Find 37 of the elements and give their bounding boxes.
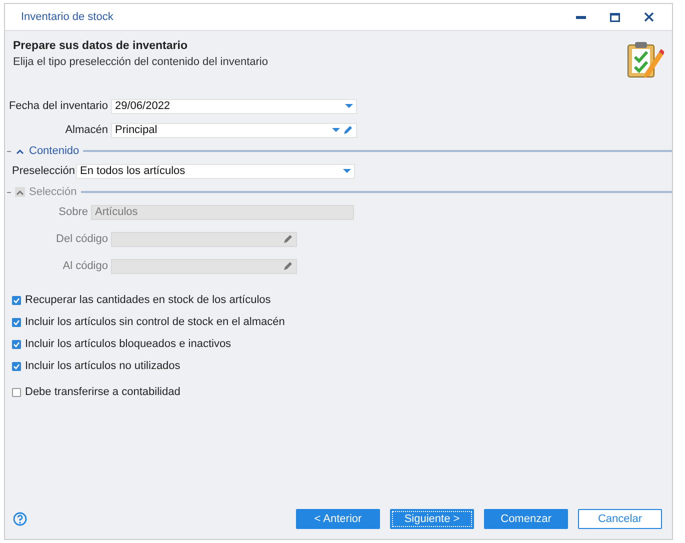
window-title: Inventario de stock xyxy=(21,11,114,23)
field-label: Almacén xyxy=(64,124,109,136)
checkbox[interactable] xyxy=(12,362,21,370)
checkbox-label: Recuperar las cantidades en stock de los artículos xyxy=(25,294,271,306)
field-label: Sobre xyxy=(58,206,89,218)
pencil-icon[interactable] xyxy=(343,125,353,135)
dropdown-field[interactable]: En todos los artículos xyxy=(76,164,355,178)
dropdown-field[interactable]: Principal xyxy=(111,122,357,138)
checkbox[interactable] xyxy=(12,296,21,304)
help-icon[interactable] xyxy=(13,512,27,526)
dropdown-arrow-icon[interactable] xyxy=(345,104,353,108)
dialog-button[interactable]: Cancelar xyxy=(578,509,662,529)
checkbox[interactable] xyxy=(12,340,21,348)
minimize-icon[interactable] xyxy=(576,16,586,18)
checkbox-label: Incluir los artículos no utilizados xyxy=(25,360,180,372)
clipboard-checklist-icon xyxy=(626,40,664,80)
field-label: Fecha del inventario xyxy=(8,100,109,112)
page-subtitle: Elija el tipo preselección del contenido del inventario xyxy=(13,56,269,68)
maximize-icon[interactable] xyxy=(610,12,620,22)
checkbox-label: Incluir los artículos sin control de stock en el almacén xyxy=(25,316,285,328)
checkbox[interactable] xyxy=(12,318,21,326)
dropdown-arrow-icon[interactable] xyxy=(332,128,340,132)
field-label: Preselección xyxy=(12,165,76,177)
dropdown-arrow-icon[interactable] xyxy=(343,168,351,174)
checkbox-label: Incluir los artículos bloqueados e inactivos xyxy=(25,338,232,350)
section-title: Selección xyxy=(29,186,77,198)
dropdown-field[interactable]: 29/06/2022 xyxy=(111,98,357,114)
close-icon[interactable] xyxy=(644,12,654,22)
field-label: Del código xyxy=(55,233,109,245)
page-title: Prepare sus datos de inventario xyxy=(13,40,188,52)
dialog-button[interactable]: Siguiente > xyxy=(390,509,474,529)
field-label: Al código xyxy=(62,260,109,272)
dialog-button[interactable]: < Anterior xyxy=(296,509,380,529)
dialog-button[interactable]: Comenzar xyxy=(484,509,568,529)
checkbox[interactable] xyxy=(12,388,21,396)
checkbox-label: Debe transferirse a contabilidad xyxy=(25,386,180,398)
section-title: Contenido xyxy=(29,145,80,157)
